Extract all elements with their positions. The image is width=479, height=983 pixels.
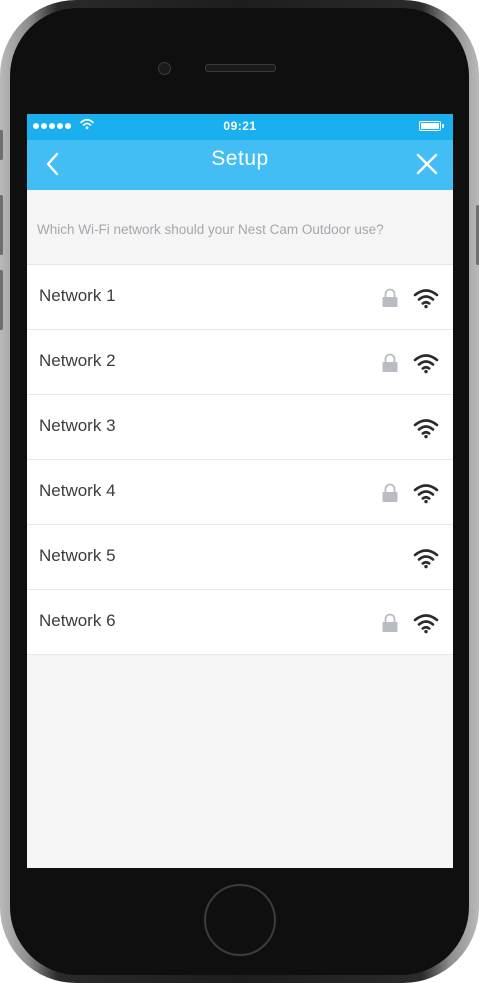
mute-switch [0,130,3,160]
network-name: Network 5 [39,546,116,565]
front-camera-icon [158,62,171,75]
wifi-signal-icon [413,289,439,309]
page-title: Setup [211,147,269,170]
network-row[interactable]: Network 5 [27,525,453,590]
network-list: Network 1 Network 2 Network 3 Network 4 Netw… [27,264,453,655]
network-name: Network 4 [39,481,116,500]
network-name: Network 3 [39,416,116,435]
wifi-signal-icon [413,419,439,439]
battery-tip [442,124,444,128]
lock-icon [382,288,398,307]
home-button[interactable] [204,884,276,956]
network-name: Network 1 [39,286,116,305]
network-name: Network 6 [39,611,116,630]
network-prompt: Which Wi-Fi network should your Nest Cam… [37,222,384,237]
status-time: 09:21 [223,119,257,133]
status-bar: 09:21 [27,114,453,140]
earpiece-speaker [205,64,276,72]
network-row[interactable]: Network 1 [27,265,453,330]
volume-up-button [0,195,3,255]
network-row[interactable]: Network 3 [27,395,453,460]
network-row[interactable]: Network 4 [27,460,453,525]
lock-icon [382,613,398,632]
battery-full-icon [419,121,441,131]
network-row[interactable]: Network 2 [27,330,453,395]
volume-down-button [0,270,3,330]
phone-frame: 09:21 Setup Which Wi-Fi network should y… [0,0,479,983]
wifi-signal-icon [413,549,439,569]
wifi-signal-icon [413,484,439,504]
lock-icon [382,353,398,372]
nav-bar: Setup [27,140,453,190]
network-name: Network 2 [39,351,116,370]
wifi-signal-icon [413,354,439,374]
wifi-signal-icon [413,614,439,634]
screen: 09:21 Setup Which Wi-Fi network should y… [27,114,453,868]
lock-icon [382,483,398,502]
network-row[interactable]: Network 6 [27,590,453,655]
close-icon[interactable] [415,152,439,176]
